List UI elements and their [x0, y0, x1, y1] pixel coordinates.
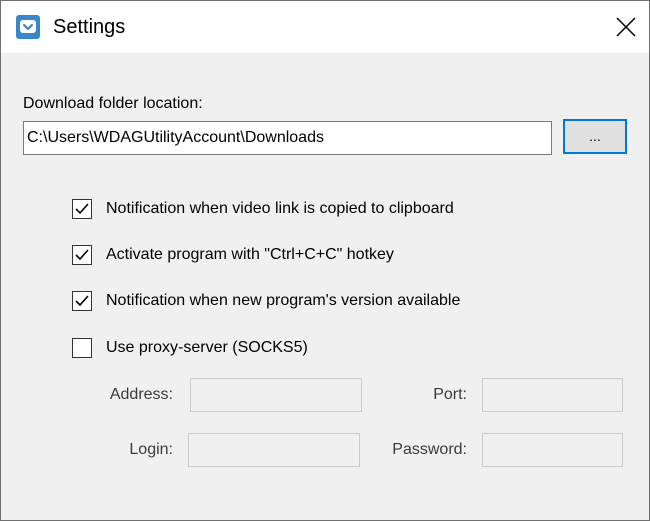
login-field[interactable]	[188, 433, 360, 467]
settings-window: Settings Download folder location: C:\Us…	[0, 0, 650, 521]
option-label-proxy[interactable]: Use proxy-server (SOCKS5)	[106, 338, 308, 358]
checkmark-icon	[75, 203, 89, 215]
pocket-icon	[16, 15, 40, 39]
window-title: Settings	[53, 16, 126, 38]
download-folder-input[interactable]: C:\Users\WDAGUtilityAccount\Downloads	[23, 121, 552, 155]
checkmark-icon	[75, 295, 89, 307]
title-bar[interactable]: Settings	[1, 1, 649, 53]
login-label: Login:	[129, 441, 173, 458]
close-button[interactable]	[601, 1, 649, 53]
option-label-hotkey[interactable]: Activate program with "Ctrl+C+C" hotkey	[106, 245, 394, 265]
checkbox-hotkey[interactable]	[72, 245, 92, 265]
password-label: Password:	[392, 441, 467, 458]
close-icon	[616, 17, 636, 37]
port-label: Port:	[433, 386, 467, 403]
checkmark-icon	[75, 249, 89, 261]
port-field[interactable]	[482, 378, 623, 412]
address-field[interactable]	[190, 378, 362, 412]
browse-button[interactable]: ...	[563, 119, 627, 154]
option-label-clipboard-notification[interactable]: Notification when video link is copied t…	[106, 199, 454, 219]
checkbox-proxy[interactable]	[72, 338, 92, 358]
password-field[interactable]	[482, 433, 623, 467]
checkbox-clipboard-notification[interactable]	[72, 199, 92, 219]
download-folder-label: Download folder location:	[23, 95, 203, 112]
address-label: Address:	[109, 386, 173, 403]
option-label-version-notification[interactable]: Notification when new program's version …	[106, 291, 460, 311]
checkbox-version-notification[interactable]	[72, 291, 92, 311]
